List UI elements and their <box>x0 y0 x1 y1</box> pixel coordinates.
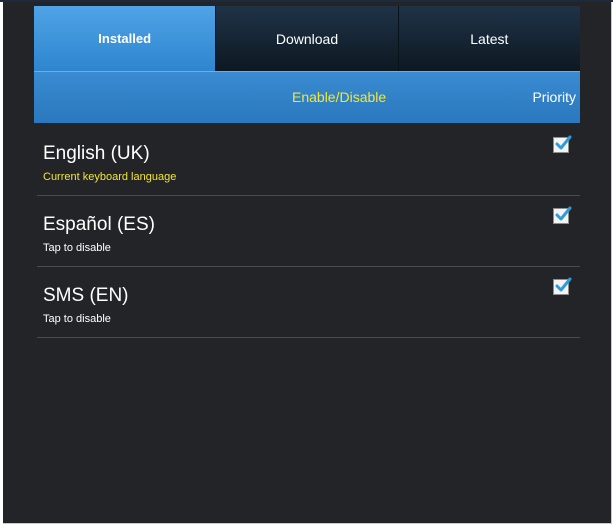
language-list: English (UK) Current keyboard language E… <box>37 125 580 338</box>
language-status: Tap to disable <box>43 242 111 254</box>
language-item-sms-en[interactable]: SMS (EN) Tap to disable <box>37 267 580 338</box>
language-checkbox[interactable] <box>553 277 572 295</box>
checkmark-icon <box>555 206 572 221</box>
checkmark-icon <box>555 277 572 292</box>
tab-download[interactable]: Download <box>216 6 399 71</box>
enable-disable-label[interactable]: Enable/Disable <box>292 89 386 105</box>
tab-bar: Installed Download Latest <box>34 6 580 71</box>
language-item-english-uk[interactable]: English (UK) Current keyboard language <box>37 125 580 196</box>
language-status: Current keyboard language <box>43 171 177 183</box>
language-name: SMS (EN) <box>43 285 129 306</box>
keyboard-language-screen: Installed Download Latest Enable/Disable… <box>0 0 613 525</box>
language-name: Español (ES) <box>43 214 155 235</box>
list-header: Enable/Disable Priority <box>34 71 580 123</box>
language-checkbox[interactable] <box>553 206 572 224</box>
language-status: Tap to disable <box>43 313 111 325</box>
language-checkbox[interactable] <box>553 135 572 153</box>
checkmark-icon <box>555 135 572 150</box>
language-name: English (UK) <box>43 143 150 164</box>
tab-latest[interactable]: Latest <box>399 6 580 71</box>
language-item-espanol-es[interactable]: Español (ES) Tap to disable <box>37 196 580 267</box>
tab-installed[interactable]: Installed <box>34 6 217 71</box>
priority-button[interactable]: Priority <box>532 89 576 105</box>
